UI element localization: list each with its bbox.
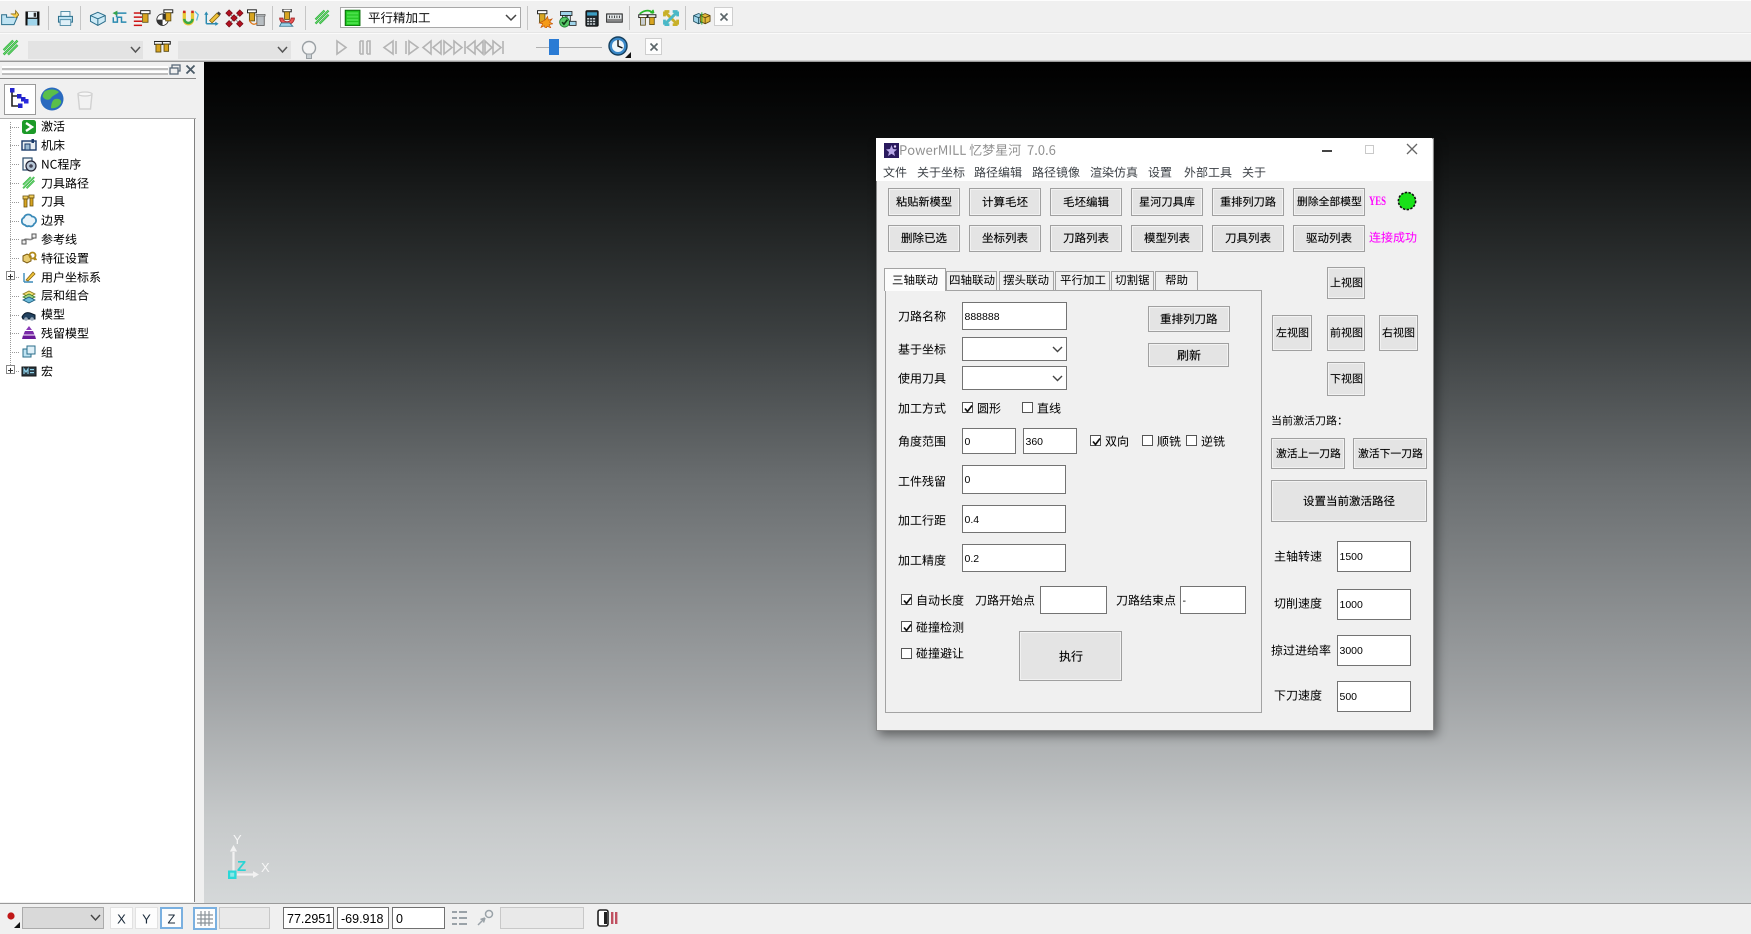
svg-text:Z: Z [237,858,246,875]
svg-text:Y: Y [233,832,242,847]
svg-text:X: X [261,860,270,875]
svg-text:YES: YES [1369,194,1386,208]
